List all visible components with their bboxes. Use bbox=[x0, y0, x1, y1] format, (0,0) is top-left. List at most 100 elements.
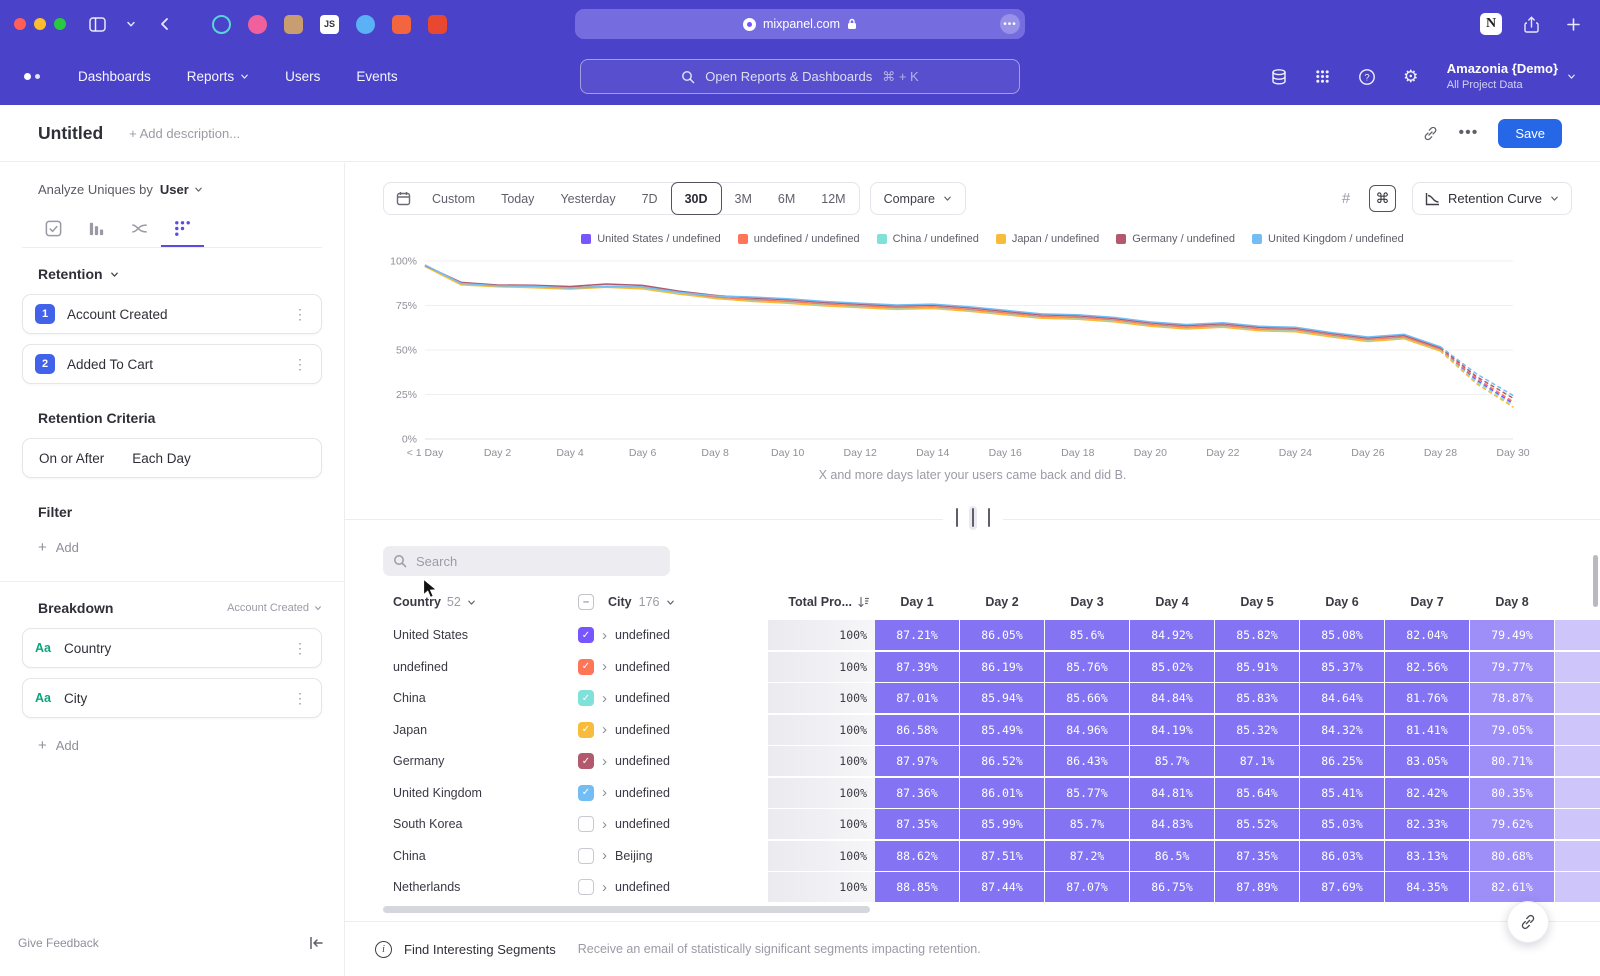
legend-item[interactable]: Germany / undefined bbox=[1116, 233, 1235, 245]
browser-tab-favicon[interactable] bbox=[356, 15, 375, 34]
retention-cell[interactable]: 84.32% bbox=[1300, 715, 1384, 745]
retention-cell[interactable]: 85.77% bbox=[1045, 778, 1129, 808]
row-checkbox[interactable]: ✓ bbox=[578, 753, 594, 769]
retention-cell[interactable]: 87.51% bbox=[960, 841, 1044, 871]
retention-cell[interactable]: 87.1% bbox=[1215, 746, 1299, 776]
compare-button[interactable]: Compare bbox=[870, 182, 966, 215]
table-search-input[interactable]: Search bbox=[383, 546, 670, 576]
retention-cell[interactable]: 85.52% bbox=[1215, 809, 1299, 839]
report-title[interactable]: Untitled bbox=[38, 123, 103, 144]
sidebar-toggle-icon[interactable] bbox=[84, 11, 110, 37]
retention-cell[interactable]: 85.99% bbox=[960, 809, 1044, 839]
retention-cell[interactable]: 85.03% bbox=[1300, 809, 1384, 839]
retention-cell[interactable]: 85.66% bbox=[1045, 683, 1129, 713]
more-options-icon[interactable]: ••• bbox=[1459, 124, 1479, 142]
range-custom[interactable]: Custom bbox=[419, 183, 488, 214]
retention-cell[interactable]: 85.82% bbox=[1215, 620, 1299, 650]
tab-retention-icon[interactable] bbox=[161, 211, 204, 247]
retention-cell[interactable]: 86.19% bbox=[960, 652, 1044, 682]
breakdown-context-dropdown[interactable]: Account Created bbox=[227, 602, 322, 614]
expand-row-icon[interactable]: › bbox=[602, 817, 607, 832]
retention-cell[interactable]: 85.02% bbox=[1130, 652, 1214, 682]
browser-tab-favicon[interactable] bbox=[428, 15, 447, 34]
retention-cell[interactable]: 85.64% bbox=[1215, 778, 1299, 808]
retention-cell[interactable]: 82.33% bbox=[1385, 809, 1469, 839]
legend-item[interactable]: United States / undefined bbox=[581, 233, 721, 245]
row-checkbox[interactable]: ✓ bbox=[578, 659, 594, 675]
retention-cell[interactable]: 84.84% bbox=[1130, 683, 1214, 713]
retention-cell[interactable]: 83.13% bbox=[1385, 841, 1469, 871]
retention-cell[interactable]: 87.97% bbox=[875, 746, 959, 776]
retention-cell[interactable]: 84.35% bbox=[1385, 872, 1469, 902]
find-segments-label[interactable]: Find Interesting Segments bbox=[404, 942, 556, 957]
expand-row-icon[interactable]: › bbox=[602, 659, 607, 674]
browser-tab-favicon[interactable] bbox=[212, 15, 231, 34]
tab-flows-icon[interactable] bbox=[118, 211, 161, 247]
project-switcher[interactable]: Amazonia {Demo} All Project Data bbox=[1447, 61, 1576, 92]
retention-cell[interactable]: 87.89% bbox=[1215, 872, 1299, 902]
retention-cell[interactable]: 81.76% bbox=[1385, 683, 1469, 713]
layout-table-icon[interactable] bbox=[985, 506, 993, 530]
add-description[interactable]: + Add description... bbox=[129, 126, 240, 141]
retention-cell[interactable]: 85.08% bbox=[1300, 620, 1384, 650]
retention-cell[interactable]: 86.52% bbox=[960, 746, 1044, 776]
column-header-day[interactable]: Day 3 bbox=[1045, 595, 1129, 609]
add-breakdown-button[interactable]: + Add bbox=[38, 738, 322, 753]
retention-cell[interactable]: 84.92% bbox=[1130, 620, 1214, 650]
expand-row-icon[interactable]: › bbox=[602, 848, 607, 863]
breakdown-options-icon[interactable]: ⋮ bbox=[291, 690, 309, 707]
step-options-icon[interactable]: ⋮ bbox=[291, 356, 309, 373]
retention-cell[interactable]: 84.19% bbox=[1130, 715, 1214, 745]
retention-cell[interactable]: 85.7% bbox=[1130, 746, 1214, 776]
row-checkbox[interactable] bbox=[578, 816, 594, 832]
retention-cell[interactable]: 79.49% bbox=[1470, 620, 1554, 650]
range-6m[interactable]: 6M bbox=[765, 183, 808, 214]
expand-row-icon[interactable]: › bbox=[602, 785, 607, 800]
step-options-icon[interactable]: ⋮ bbox=[291, 306, 309, 323]
criteria-interval-dropdown[interactable]: Each Day bbox=[132, 451, 191, 466]
retention-step-1[interactable]: 1Account Created⋮ bbox=[22, 294, 322, 334]
range-12m[interactable]: 12M bbox=[808, 183, 858, 214]
browser-tab-favicon[interactable] bbox=[284, 15, 303, 34]
browser-tab-favicon[interactable]: JS bbox=[320, 15, 339, 34]
retention-cell[interactable]: 81.41% bbox=[1385, 715, 1469, 745]
column-header-city[interactable]: – City 176 bbox=[568, 594, 768, 610]
grid-view-icon[interactable]: # bbox=[1335, 190, 1357, 207]
retention-cell[interactable]: 85.49% bbox=[960, 715, 1044, 745]
back-icon[interactable] bbox=[152, 11, 178, 37]
row-checkbox[interactable] bbox=[578, 848, 594, 864]
retention-cell[interactable]: 86.05% bbox=[960, 620, 1044, 650]
retention-cell[interactable]: 80.35% bbox=[1470, 778, 1554, 808]
retention-cell[interactable]: 88.62% bbox=[875, 841, 959, 871]
column-header-day[interactable]: Day 7 bbox=[1385, 595, 1469, 609]
column-header-day[interactable]: Day 6 bbox=[1300, 595, 1384, 609]
retention-cell[interactable]: 87.44% bbox=[960, 872, 1044, 902]
tab-insights-icon[interactable] bbox=[32, 211, 75, 247]
retention-cell[interactable]: 84.64% bbox=[1300, 683, 1384, 713]
breakdown-options-icon[interactable]: ⋮ bbox=[291, 640, 309, 657]
legend-item[interactable]: United Kingdom / undefined bbox=[1252, 233, 1404, 245]
minimize-window-button[interactable] bbox=[34, 18, 46, 30]
share-link-floating-button[interactable] bbox=[1507, 901, 1549, 943]
retention-cell[interactable]: 80.68% bbox=[1470, 841, 1554, 871]
retention-cell[interactable]: 82.42% bbox=[1385, 778, 1469, 808]
address-more-button[interactable]: ••• bbox=[1000, 14, 1020, 34]
nav-reports[interactable]: Reports bbox=[187, 69, 249, 84]
retention-cell[interactable]: 85.7% bbox=[1045, 809, 1129, 839]
retention-cell[interactable]: 85.41% bbox=[1300, 778, 1384, 808]
retention-cell[interactable]: 82.56% bbox=[1385, 652, 1469, 682]
mixpanel-logo[interactable] bbox=[24, 73, 40, 80]
collapse-sidebar-icon[interactable] bbox=[309, 936, 324, 950]
retention-cell[interactable]: 88.85% bbox=[875, 872, 959, 902]
retention-cell[interactable]: 82.61% bbox=[1470, 872, 1554, 902]
retention-cell[interactable]: 86.5% bbox=[1130, 841, 1214, 871]
column-header-day[interactable]: Day 1 bbox=[875, 595, 959, 609]
chart-type-dropdown[interactable]: Retention Curve bbox=[1412, 182, 1572, 215]
notion-extension-icon[interactable]: N bbox=[1480, 13, 1502, 35]
retention-cell[interactable]: 84.83% bbox=[1130, 809, 1214, 839]
criteria-mode-dropdown[interactable]: On or After bbox=[39, 451, 104, 466]
column-header-day[interactable]: Day 2 bbox=[960, 595, 1044, 609]
expand-row-icon[interactable]: › bbox=[602, 880, 607, 895]
add-filter-button[interactable]: + Add bbox=[38, 540, 322, 555]
data-management-icon[interactable] bbox=[1267, 65, 1291, 89]
